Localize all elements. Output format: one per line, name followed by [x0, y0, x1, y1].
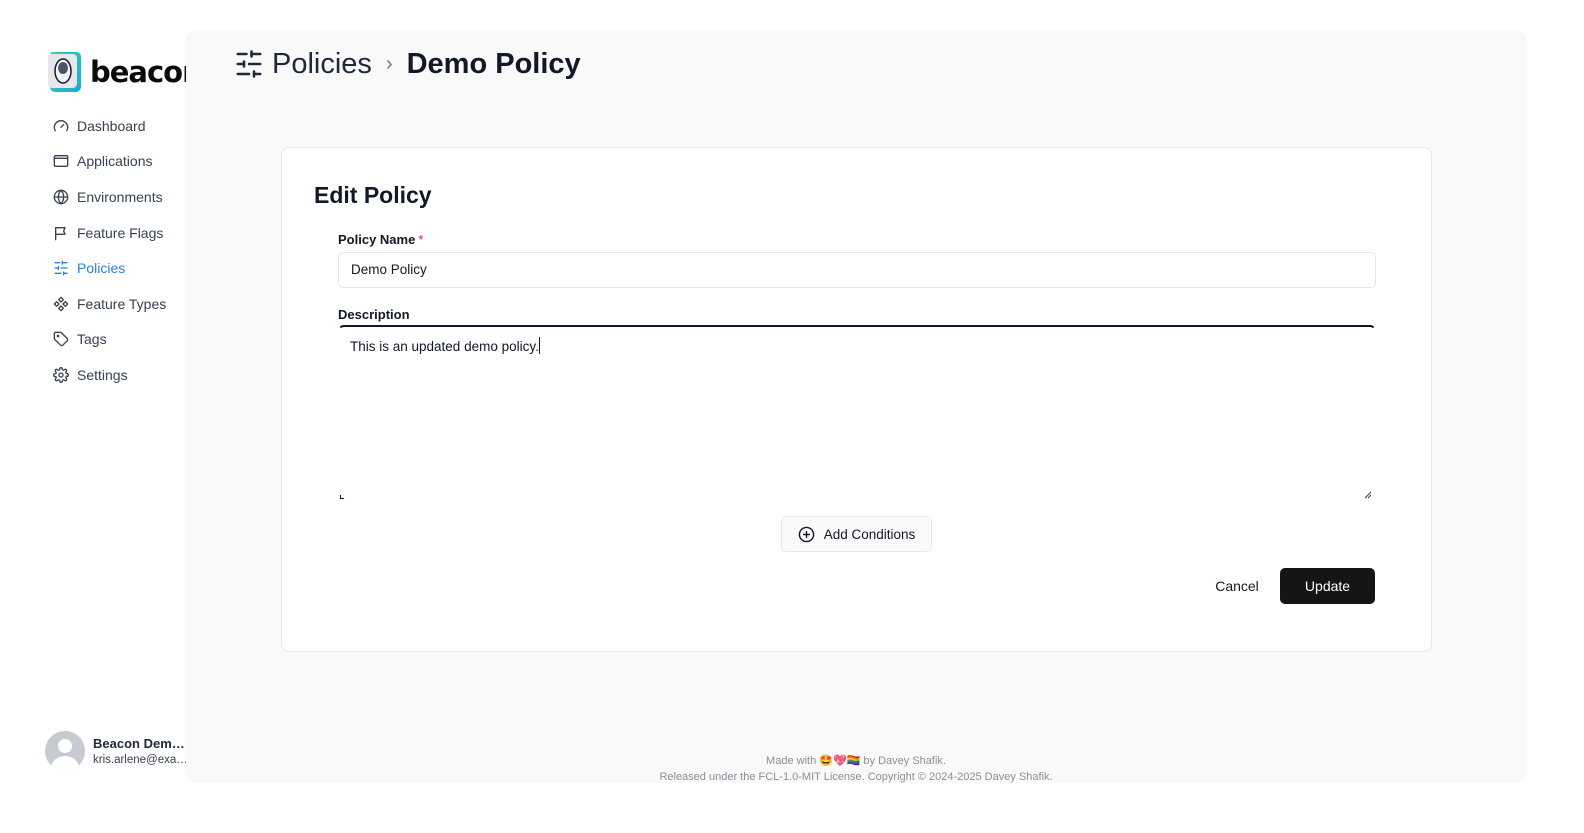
- user-info: Beacon Demo… kris.arlene@exa…: [93, 736, 189, 766]
- sidebar-item-label: Applications: [77, 153, 153, 170]
- app-window-icon: [52, 152, 70, 170]
- required-mark: *: [418, 232, 424, 247]
- textarea-corner: [340, 495, 344, 499]
- gauge-icon: [52, 117, 70, 135]
- beacon-logo-icon: [46, 50, 82, 94]
- sidebar-item-label: Settings: [77, 366, 128, 383]
- sidebar-item-label: Feature Types: [77, 295, 167, 312]
- edit-policy-card: Edit Policy Policy Name * Demo Policy Des…: [281, 147, 1432, 652]
- main-content: Policies › Demo Policy Edit Policy Polic…: [186, 30, 1526, 783]
- resize-handle-icon[interactable]: [1364, 491, 1372, 499]
- description-label: Description: [338, 307, 410, 322]
- footer-emoji: 🤩💖🏳️‍🌈: [819, 754, 861, 767]
- sidebar-item-feature-types[interactable]: Feature Types: [52, 286, 192, 322]
- user-name: Beacon Demo…: [93, 736, 189, 751]
- component-icon: [52, 295, 70, 313]
- tag-icon: [52, 330, 70, 348]
- update-button[interactable]: Update: [1280, 568, 1375, 604]
- user-email: kris.arlene@exa…: [93, 754, 188, 766]
- sidebar-item-feature-flags[interactable]: Feature Flags: [52, 215, 192, 251]
- sidebar-item-applications[interactable]: Applications: [52, 144, 192, 180]
- footer: Made with 🤩💖🏳️‍🌈 by Davey Shafik. Releas…: [186, 753, 1526, 785]
- sidebar-item-tags[interactable]: Tags: [52, 322, 192, 358]
- sidebar-item-settings[interactable]: Settings: [52, 357, 192, 393]
- globe-icon: [52, 188, 70, 206]
- app-root: beacon Dashboard Applications Environmen…: [0, 0, 1584, 833]
- sidebar: beacon Dashboard Applications Environmen…: [0, 0, 203, 833]
- sidebar-item-label: Policies: [77, 260, 126, 277]
- sliders-icon: [52, 259, 70, 277]
- avatar: [45, 731, 85, 771]
- sidebar-item-environments[interactable]: Environments: [52, 179, 192, 215]
- brand-name: beacon: [90, 55, 203, 89]
- policy-name-label-text: Policy Name: [338, 232, 416, 247]
- gear-icon: [52, 366, 70, 384]
- flag-icon: [52, 224, 70, 242]
- sidebar-nav: Dashboard Applications Environments Feat…: [52, 108, 192, 393]
- sidebar-item-label: Environments: [77, 188, 163, 205]
- user-menu[interactable]: Beacon Demo… kris.arlene@exa…: [45, 731, 189, 771]
- sidebar-item-label: Dashboard: [77, 117, 146, 134]
- footer-author[interactable]: by Davey Shafik.: [863, 755, 946, 767]
- form-title: Edit Policy: [314, 182, 432, 208]
- text-caret: [538, 337, 540, 354]
- footer-made-with: Made with 🤩💖🏳️‍🌈 by Davey Shafik.: [186, 753, 1526, 769]
- breadcrumb-separator: ›: [385, 52, 393, 75]
- breadcrumb: Policies › Demo Policy: [234, 46, 581, 82]
- footer-license: Released under the FCL-1.0-MIT License. …: [659, 771, 1053, 783]
- footer-made-with-prefix: Made with: [766, 755, 817, 767]
- description-textarea[interactable]: This is an updated demo policy.: [338, 325, 1376, 501]
- breadcrumb-policies-link[interactable]: Policies: [272, 48, 372, 81]
- sliders-icon: [234, 49, 264, 79]
- sidebar-item-label: Tags: [77, 331, 107, 348]
- sidebar-item-dashboard[interactable]: Dashboard: [52, 108, 192, 144]
- brand-logo[interactable]: beacon: [46, 50, 203, 94]
- add-conditions-button[interactable]: Add Conditions: [781, 516, 932, 552]
- policy-name-input[interactable]: Demo Policy: [338, 252, 1376, 288]
- policy-name-label: Policy Name *: [338, 232, 423, 247]
- page-title: Demo Policy: [406, 47, 581, 80]
- add-conditions-label: Add Conditions: [823, 526, 916, 542]
- sidebar-item-policies[interactable]: Policies: [52, 250, 192, 286]
- sidebar-item-label: Feature Flags: [77, 224, 164, 241]
- plus-circle-icon: [798, 526, 815, 542]
- cancel-button[interactable]: Cancel: [1206, 568, 1268, 604]
- description-text: This is an updated demo policy.: [350, 339, 539, 354]
